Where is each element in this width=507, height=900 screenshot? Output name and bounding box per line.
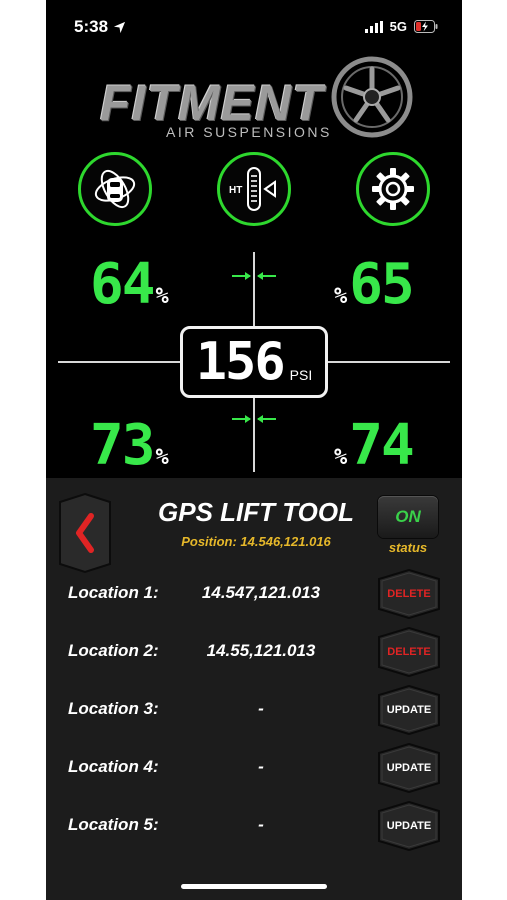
wheel-logo-icon [331,56,413,138]
location-label: Location 5: [68,815,159,834]
toggle-status-label: status [388,540,428,555]
front-left-unit: % [155,284,169,309]
gear-icon [372,168,414,210]
location-action-label: UPDATE [386,762,432,774]
brand-logo: FITMENT AIR SUSPENSIONS [96,54,416,144]
rear-left-unit: % [155,445,169,470]
location-coordinates: - [258,757,264,776]
front-left-value: 64 [90,252,155,317]
location-label: Location 2: [68,641,159,660]
location-row: Location 5: - UPDATE [46,801,462,851]
front-left-readout: 64% [90,257,171,313]
rear-left-readout: 73% [90,418,171,474]
status-time: 5:38 [74,17,126,37]
location-action-label: UPDATE [386,704,432,716]
pressure-unit: PSI [289,367,313,383]
location-coordinates: 14.55,121.013 [206,641,316,660]
front-right-value: 65 [349,252,414,317]
update-location-button[interactable]: UPDATE [378,685,440,735]
delete-location-button[interactable]: DELETE [378,627,440,677]
tank-pressure-display: 156 PSI [180,326,328,398]
location-coordinates: 14.547,121.013 [201,583,321,602]
location-action-label: DELETE [387,646,431,658]
rear-left-value: 73 [90,413,155,478]
settings-button[interactable] [356,152,430,226]
location-label: Location 1: [68,583,159,602]
height-sensor-label: HT [229,185,242,196]
front-right-readout: % 65 [332,252,415,317]
location-coordinates: - [258,699,264,718]
location-arrow-icon [113,21,126,33]
home-indicator[interactable] [181,884,327,889]
app-screen: 5:38 5G FITMENT AIR SUSPENSIONS HT 64 % … [46,0,462,900]
location-coordinates: - [258,815,264,834]
back-button[interactable] [58,492,112,579]
gps-on-toggle[interactable]: ON [378,496,438,538]
current-position: Position: 14.546,121.016 [181,534,331,549]
front-right-unit: % [334,284,348,309]
update-location-button[interactable]: UPDATE [378,743,440,793]
lift-mode-button[interactable] [78,152,152,226]
time-text: 5:38 [74,17,109,36]
status-bar: 5:38 5G [46,0,462,54]
location-action-label: UPDATE [386,820,432,832]
logo-wordmark: FITMENT [100,75,324,131]
logo-subtitle: AIR SUSPENSIONS [166,124,332,140]
location-row: Location 4: - UPDATE [46,743,462,793]
rear-right-unit: % [334,445,348,470]
battery-charging-icon [414,20,438,33]
gps-lift-tool-panel: GPS LIFT TOOL Position: 14.546,121.016 O… [46,478,462,900]
height-sensor-icon: HT [229,167,276,211]
rear-right-readout: % 74 [332,413,415,478]
chevron-left-icon [59,492,111,574]
update-location-button[interactable]: UPDATE [378,801,440,851]
car-lift-icon [94,169,136,209]
location-label: Location 4: [68,757,159,776]
location-row: Location 3: - UPDATE [46,685,462,735]
signal-icon [364,20,383,33]
height-sensor-button[interactable]: HT [217,152,291,226]
network-type: 5G [389,19,407,34]
location-action-label: DELETE [387,588,431,600]
gps-tool-title: GPS LIFT TOOL [158,497,354,527]
pressure-value: 156 [195,332,286,392]
rear-right-value: 74 [349,413,414,478]
location-row: Location 2: 14.55,121.013 DELETE [46,627,462,677]
delete-location-button[interactable]: DELETE [378,569,440,619]
location-label: Location 3: [68,699,159,718]
status-indicators: 5G [364,19,438,34]
location-row: Location 1: 14.547,121.013 DELETE [46,569,462,619]
